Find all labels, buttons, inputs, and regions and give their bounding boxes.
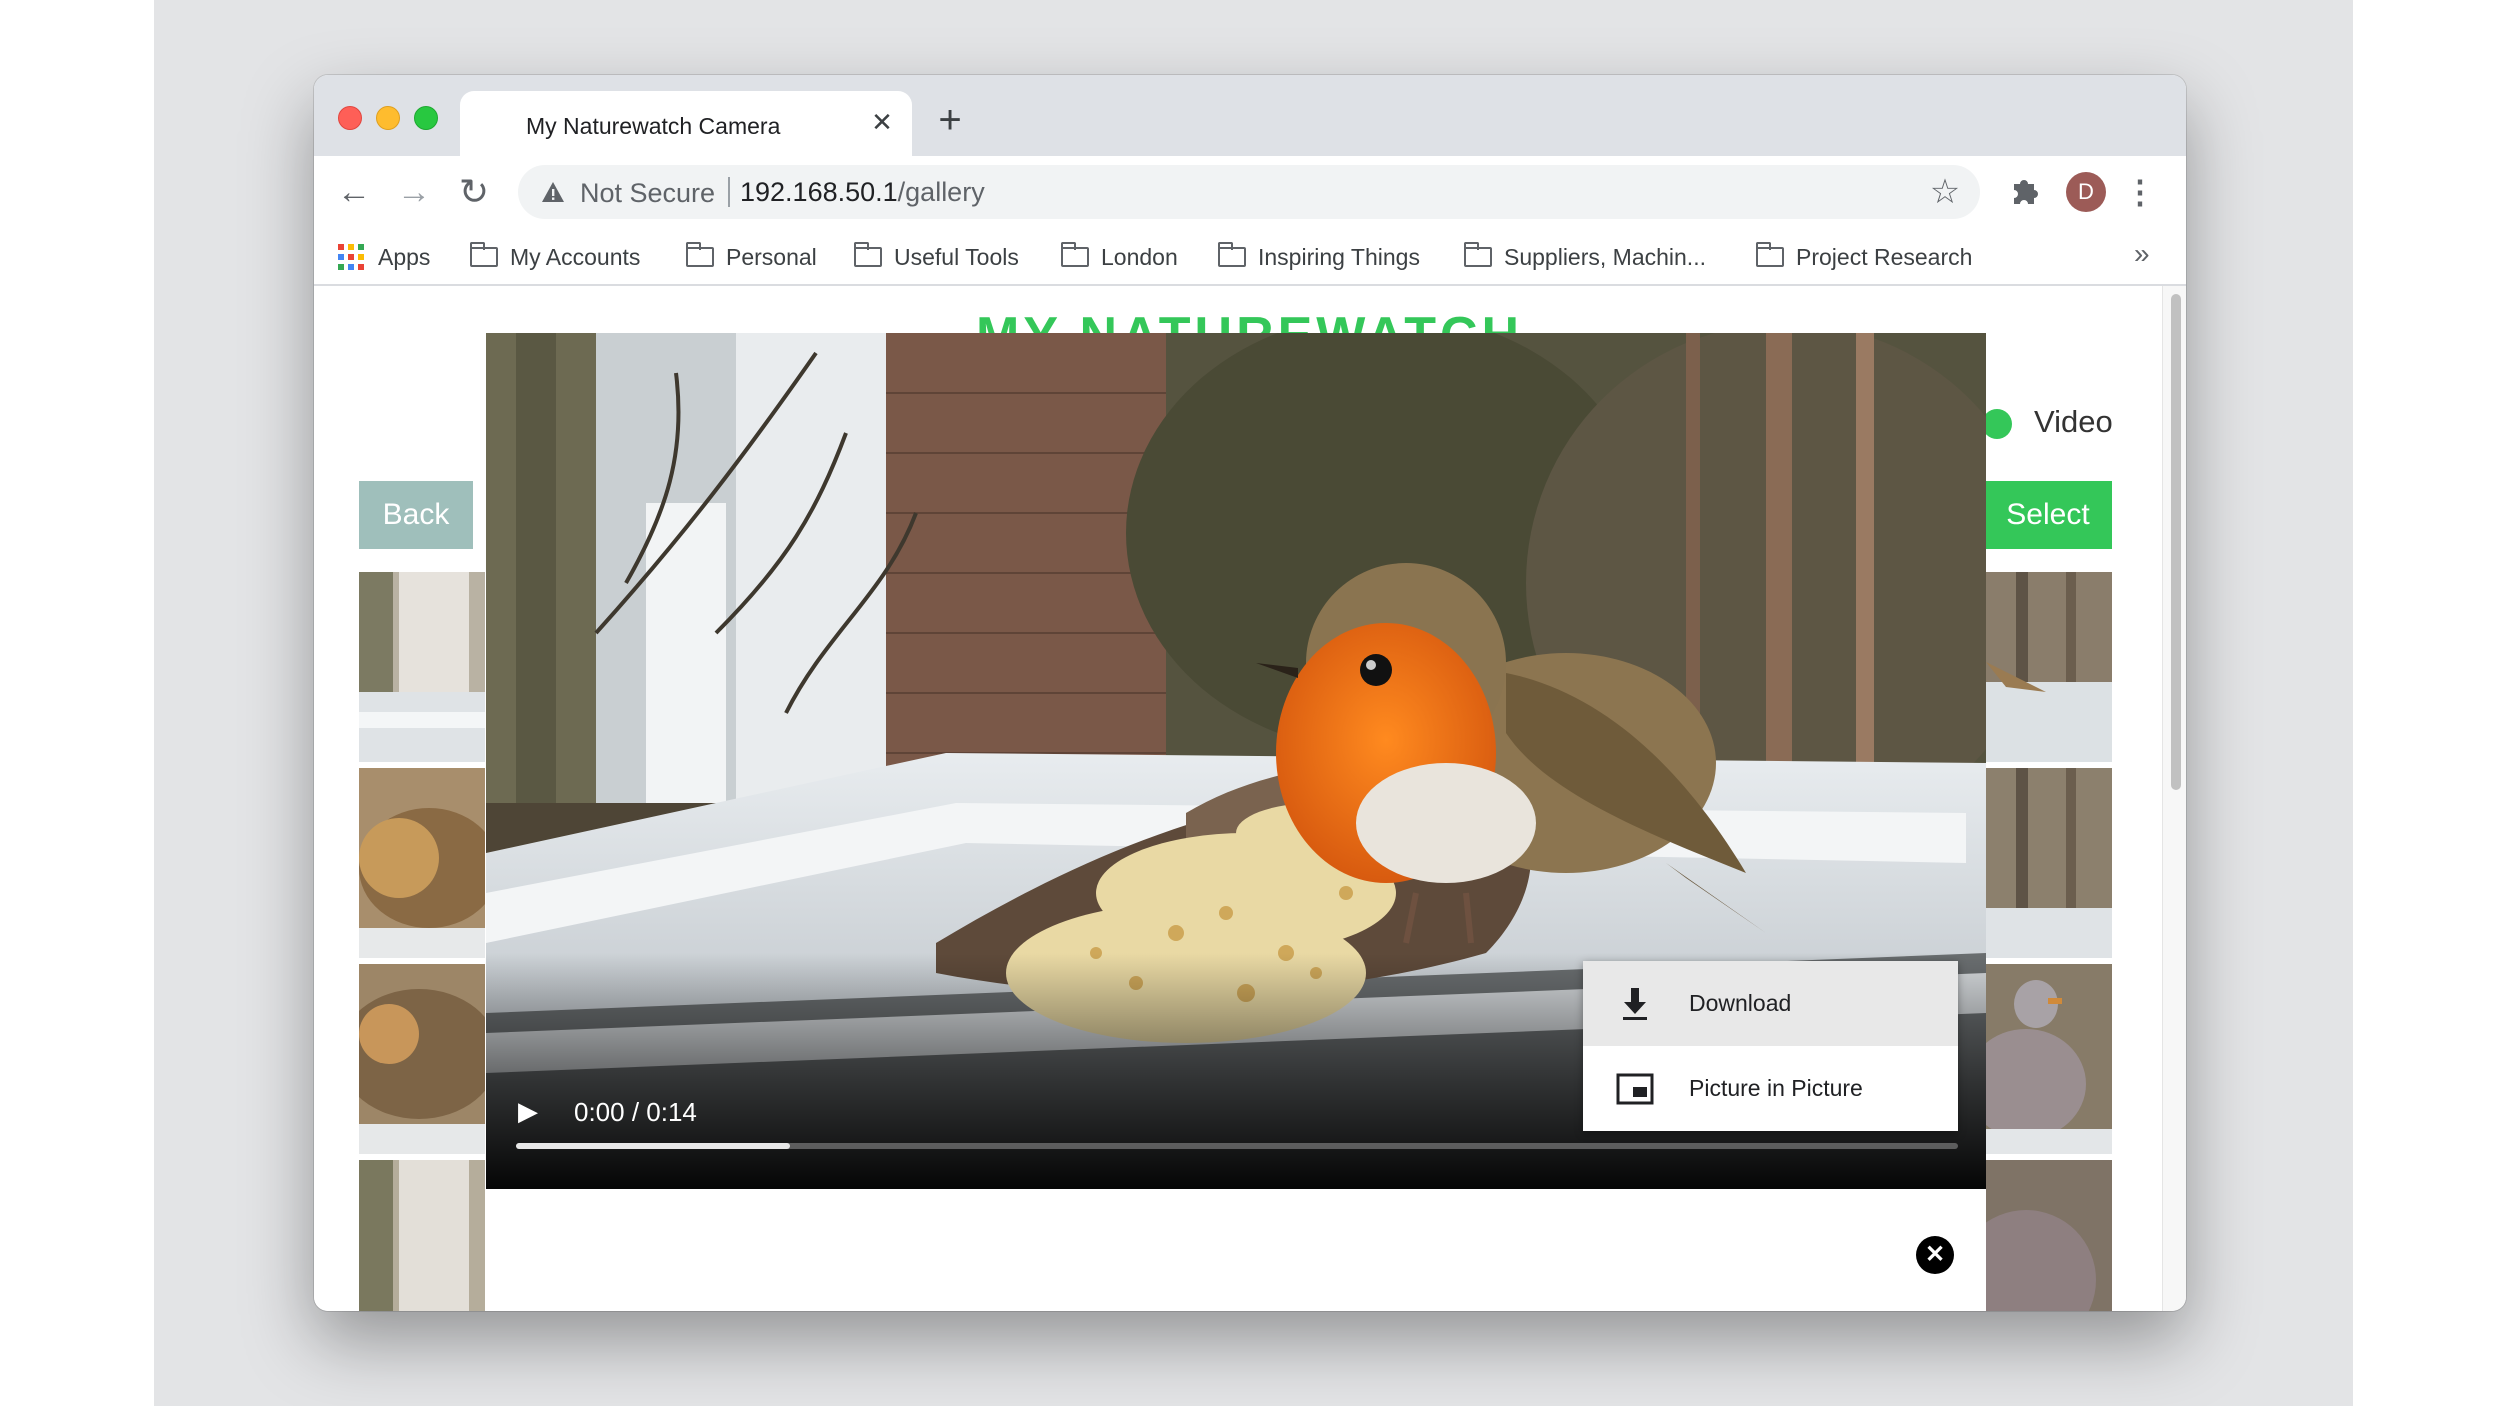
folder-icon — [1217, 242, 1246, 267]
more-menu-icon[interactable]: ⋮ — [2120, 170, 2160, 214]
picture-in-picture-icon — [1616, 1073, 1654, 1104]
title-bar: My Naturewatch Camera ✕ + — [314, 75, 2186, 156]
page-scrollbar[interactable] — [2162, 286, 2186, 1311]
security-label[interactable]: Not Secure — [580, 178, 715, 209]
tab-close-icon[interactable]: ✕ — [866, 106, 898, 138]
browser-toolbar: ← → ↻ Not Secure 192.168.50.1/gallery ☆ … — [314, 156, 2186, 228]
progress-bar[interactable] — [516, 1143, 1958, 1149]
download-icon — [1623, 987, 1647, 1020]
url-text[interactable]: 192.168.50.1/gallery — [740, 177, 985, 208]
menu-item-download[interactable]: Download — [1583, 961, 1958, 1046]
gallery-thumbnail[interactable] — [359, 768, 485, 958]
play-icon[interactable]: ▶ — [518, 1096, 548, 1126]
folder-icon — [469, 242, 498, 267]
bookmark-apps[interactable]: Apps — [338, 242, 430, 272]
video-player[interactable]: ▶ 0:00 / 0:14 Download Picture in Pictur… — [486, 333, 1986, 1189]
bookmark-my-accounts[interactable]: My Accounts — [469, 242, 641, 272]
gallery-thumbnail[interactable] — [359, 964, 485, 1154]
address-separator — [728, 177, 730, 207]
bookmark-london[interactable]: London — [1060, 242, 1178, 272]
address-bar[interactable]: Not Secure 192.168.50.1/gallery ☆ — [518, 165, 1980, 219]
back-arrow-icon[interactable]: ← — [332, 170, 376, 214]
bookmark-personal[interactable]: Personal — [685, 242, 817, 272]
forward-arrow-icon[interactable]: → — [392, 170, 436, 214]
bookmarks-bar: Apps My Accounts Personal Useful Tools L… — [314, 228, 2186, 286]
reload-icon[interactable]: ↻ — [452, 170, 496, 214]
bookmarks-overflow-chevron-icon[interactable]: » — [2134, 238, 2150, 270]
url-path: /gallery — [897, 177, 985, 207]
close-lightbox-icon[interactable]: ✕ — [1916, 1236, 1954, 1274]
select-button[interactable]: Select — [1984, 481, 2112, 549]
gallery-thumbnail[interactable] — [1986, 1160, 2112, 1311]
bookmark-label: London — [1101, 243, 1178, 270]
url-host: 192.168.50.1 — [740, 177, 898, 207]
bookmark-label: Apps — [378, 243, 431, 270]
folder-icon — [1060, 242, 1089, 267]
folder-icon — [685, 242, 714, 267]
maximize-window-button[interactable] — [414, 106, 438, 130]
bookmark-label: Inspiring Things — [1258, 243, 1420, 270]
bookmark-label: Personal — [726, 243, 817, 270]
bookmark-label: Useful Tools — [894, 243, 1019, 270]
gallery-thumbnail[interactable] — [359, 1160, 485, 1311]
minimize-window-button[interactable] — [376, 106, 400, 130]
gallery-thumbnail[interactable] — [1986, 768, 2112, 958]
menu-item-picture-in-picture[interactable]: Picture in Picture — [1583, 1046, 1958, 1131]
browser-window: My Naturewatch Camera ✕ + ← → ↻ Not Secu… — [314, 75, 2186, 1311]
new-tab-button[interactable]: + — [930, 100, 970, 141]
menu-item-label: Picture in Picture — [1689, 1075, 1863, 1101]
folder-icon — [1463, 242, 1492, 267]
gallery-thumbnail[interactable] — [359, 572, 485, 762]
tab-title: My Naturewatch Camera — [526, 113, 781, 139]
menu-item-label: Download — [1689, 990, 1792, 1016]
gallery-thumbnail[interactable] — [1986, 964, 2112, 1154]
scrollbar-thumb[interactable] — [2171, 294, 2181, 790]
browser-tab[interactable]: My Naturewatch Camera ✕ — [460, 91, 912, 156]
page-content: MY NATUREWATCH Back Video Select — [314, 286, 2162, 1311]
folder-icon — [853, 242, 882, 267]
video-toggle[interactable] — [1982, 409, 2012, 439]
overflow-menu: Download Picture in Picture — [1583, 961, 1958, 1131]
bookmark-label: Suppliers, Machin... — [1504, 243, 1706, 270]
progress-bar-fill — [516, 1143, 790, 1149]
bookmark-suppliers[interactable]: Suppliers, Machin... — [1463, 242, 1706, 272]
profile-avatar[interactable]: D — [2066, 172, 2106, 212]
bookmark-label: My Accounts — [510, 243, 641, 270]
bookmark-inspiring-things[interactable]: Inspiring Things — [1217, 242, 1420, 272]
bookmark-star-icon[interactable]: ☆ — [1926, 173, 1964, 211]
bookmark-label: Project Research — [1796, 243, 1973, 270]
playback-time: 0:00 / 0:14 — [574, 1097, 697, 1127]
close-window-button[interactable] — [338, 106, 362, 130]
back-button[interactable]: Back — [359, 481, 473, 549]
apps-grid-icon — [338, 244, 364, 270]
bookmark-useful-tools[interactable]: Useful Tools — [853, 242, 1019, 272]
folder-icon — [1755, 242, 1784, 267]
video-lightbox: ▶ 0:00 / 0:14 Download Picture in Pictur… — [486, 333, 1986, 1311]
bookmark-project-research[interactable]: Project Research — [1755, 242, 1973, 272]
video-toggle-label: Video — [2034, 404, 2113, 439]
gallery-thumbnail[interactable] — [1986, 572, 2112, 762]
extensions-puzzle-icon[interactable] — [2004, 172, 2044, 212]
warning-icon[interactable] — [540, 179, 566, 205]
